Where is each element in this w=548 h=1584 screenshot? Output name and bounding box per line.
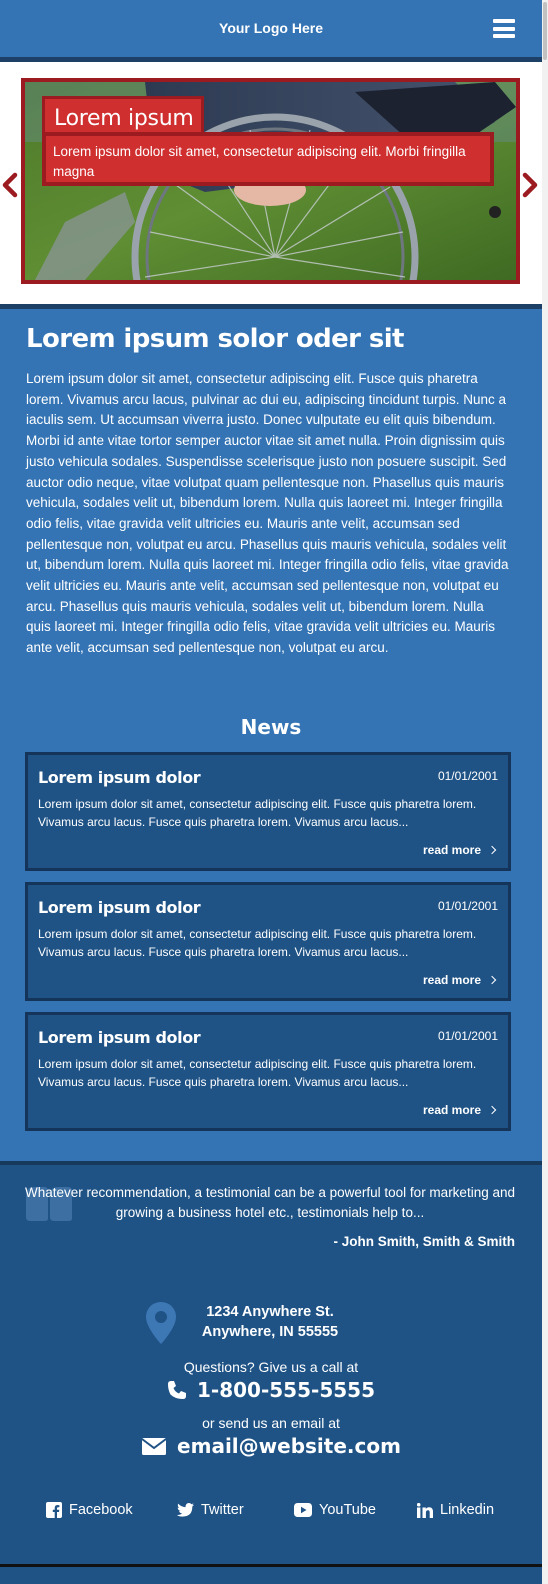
map-pin-icon xyxy=(146,1302,176,1344)
address-line2: Anywhere, IN 55555 xyxy=(201,1324,339,1340)
site-header: Your Logo Here xyxy=(0,0,542,57)
address: 1234 Anywhere St. Anywhere, IN 55555 xyxy=(180,1302,360,1342)
scrollbar[interactable] xyxy=(542,0,548,1584)
news-item-date: 01/01/2001 xyxy=(437,899,498,913)
site-logo[interactable]: Your Logo Here xyxy=(0,20,542,36)
arrow-right-icon[interactable] xyxy=(520,171,540,199)
menu-icon[interactable] xyxy=(493,19,515,38)
news-item-title[interactable]: Lorem ipsum dolor xyxy=(38,768,201,787)
social-facebook[interactable]: Facebook xyxy=(46,1502,133,1518)
slide-caption-text: Lorem ipsum dolor sit amet, consectetur … xyxy=(53,144,466,179)
slide-caption-title: Lorem ipsum xyxy=(54,106,194,131)
twitter-label: Twitter xyxy=(201,1502,244,1518)
image-slider: Lorem ipsum Lorem ipsum dolor sit amet, … xyxy=(0,62,542,304)
intro-text: Lorem ipsum dolor sit amet, consectetur … xyxy=(26,371,509,656)
phone-link[interactable]: 1-800-555-5555 xyxy=(197,1378,375,1402)
page-title: Lorem ipsum solor oder sit xyxy=(26,324,404,354)
read-more-link[interactable]: read more xyxy=(422,843,497,857)
main-content: Lorem ipsum solor oder sit Lorem ipsum d… xyxy=(0,309,542,1161)
news-heading: News xyxy=(240,715,302,739)
footer-bottom-bar xyxy=(0,1564,542,1584)
email-row: email@website.com xyxy=(0,1434,542,1458)
youtube-label: YouTube xyxy=(319,1502,376,1518)
arrow-left-icon[interactable] xyxy=(0,171,20,199)
facebook-icon xyxy=(46,1502,62,1518)
news-item: Lorem ipsum dolor 01/01/2001 Lorem ipsum… xyxy=(25,1012,511,1131)
read-more-link[interactable]: read more xyxy=(422,973,497,987)
testimonial-author: - John Smith, Smith & Smith xyxy=(333,1234,516,1249)
news-item-date: 01/01/2001 xyxy=(437,769,498,783)
address-line1: 1234 Anywhere St. xyxy=(206,1304,334,1320)
social-linkedin[interactable]: Linkedin xyxy=(417,1502,494,1518)
phone-row: 1-800-555-5555 xyxy=(0,1378,542,1402)
caption-title-box: Lorem ipsum xyxy=(42,96,204,136)
scrollbar-thumb[interactable] xyxy=(543,2,547,60)
chevron-right-icon xyxy=(487,975,497,985)
news-item-text: Lorem ipsum dolor sit amet, consectetur … xyxy=(38,797,477,829)
email-label: or send us an email at xyxy=(202,1415,340,1431)
news-item: Lorem ipsum dolor 01/01/2001 Lorem ipsum… xyxy=(25,882,511,1001)
linkedin-label: Linkedin xyxy=(440,1502,495,1518)
read-more-label: read more xyxy=(422,843,481,857)
facebook-label: Facebook xyxy=(69,1502,133,1518)
envelope-icon xyxy=(141,1438,167,1455)
news-item-date: 01/01/2001 xyxy=(437,1029,498,1043)
youtube-icon xyxy=(294,1503,312,1517)
read-more-label: read more xyxy=(422,973,481,987)
social-youtube[interactable]: YouTube xyxy=(294,1502,376,1518)
call-label: Questions? Give us a call at xyxy=(183,1359,359,1375)
testimonial-quote: Whatever recommendation, a testimonial c… xyxy=(24,1185,515,1220)
email-link[interactable]: email@website.com xyxy=(177,1434,401,1458)
site-footer: Whatever recommendation, a testimonial c… xyxy=(0,1165,542,1564)
news-item: Lorem ipsum dolor 01/01/2001 Lorem ipsum… xyxy=(25,752,511,871)
caption-body-box: Lorem ipsum dolor sit amet, consectetur … xyxy=(42,132,494,186)
news-item-text: Lorem ipsum dolor sit amet, consectetur … xyxy=(38,1057,477,1089)
social-twitter[interactable]: Twitter xyxy=(177,1502,244,1518)
read-more-label: read more xyxy=(422,1103,481,1117)
chevron-right-icon xyxy=(487,1105,497,1115)
phone-icon xyxy=(168,1381,186,1399)
news-item-title[interactable]: Lorem ipsum dolor xyxy=(38,898,201,917)
news-item-title[interactable]: Lorem ipsum dolor xyxy=(38,1028,201,1047)
slide[interactable]: Lorem ipsum Lorem ipsum dolor sit amet, … xyxy=(21,78,520,284)
chevron-right-icon xyxy=(487,845,497,855)
twitter-icon xyxy=(177,1503,194,1517)
read-more-link[interactable]: read more xyxy=(422,1103,497,1117)
linkedin-icon xyxy=(417,1502,433,1518)
news-item-text: Lorem ipsum dolor sit amet, consectetur … xyxy=(38,927,477,959)
